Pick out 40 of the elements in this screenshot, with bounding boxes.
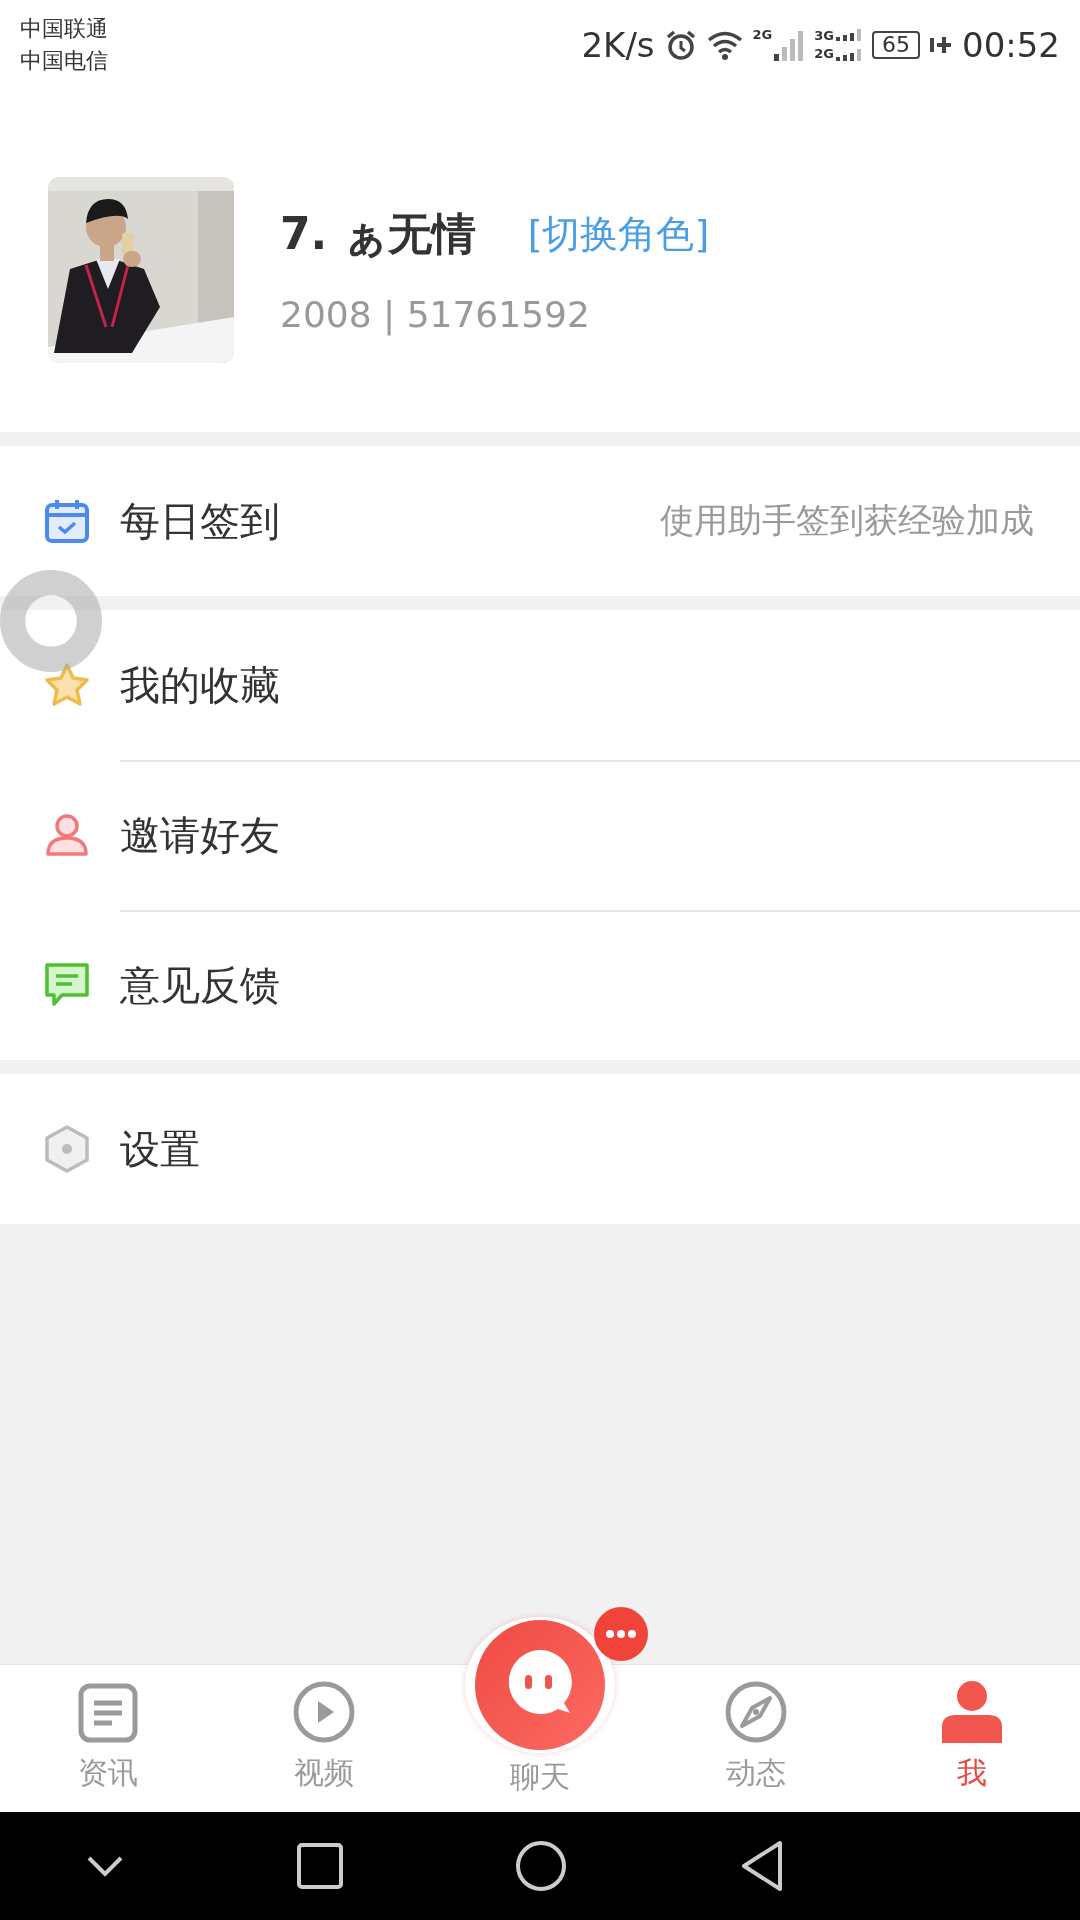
- clock-time: 00:52: [962, 25, 1060, 65]
- menu-item[interactable]: 我的收藏: [0, 610, 1080, 760]
- more-icon: [606, 1630, 636, 1638]
- calendar-icon: [44, 498, 90, 544]
- play-icon: [293, 1681, 355, 1743]
- person-icon: [44, 812, 90, 858]
- person-icon: [940, 1679, 1004, 1743]
- menu-item[interactable]: 每日签到 使用助手签到获经验加成: [0, 446, 1080, 596]
- tab[interactable]: 我: [864, 1665, 1080, 1812]
- signal-icon: [836, 27, 862, 63]
- menu-item[interactable]: 意见反馈: [0, 910, 1080, 1060]
- tab[interactable]: 视频: [216, 1665, 432, 1812]
- switch-role-link[interactable]: [切换角色]: [527, 209, 710, 260]
- hexagon-icon: [44, 1125, 90, 1173]
- compass-icon: [725, 1681, 787, 1743]
- menu-item[interactable]: 设置: [0, 1074, 1080, 1224]
- tab[interactable]: 动态: [648, 1665, 864, 1812]
- carrier-name: 中国联通: [20, 15, 108, 43]
- recent-apps-icon[interactable]: [296, 1843, 343, 1889]
- comment-icon: [44, 962, 90, 1008]
- network-speed: 2K/s: [581, 25, 655, 65]
- star-icon: [44, 662, 90, 708]
- tab[interactable]: 聊天: [432, 1605, 648, 1812]
- user-name: 7. ぁ无情: [280, 207, 476, 261]
- wifi-icon: [706, 30, 743, 60]
- document-icon: [78, 1683, 138, 1743]
- alarm-icon: [664, 29, 697, 61]
- back-icon[interactable]: [739, 1840, 784, 1892]
- home-icon[interactable]: [515, 1840, 568, 1892]
- carrier-name: 中国电信: [20, 47, 108, 75]
- battery-level: 65: [872, 31, 920, 59]
- network-label: 2G: [814, 45, 834, 63]
- user-id: 2008 | 51761592: [280, 294, 591, 335]
- menu-item[interactable]: 邀请好友: [0, 760, 1080, 910]
- charging-icon: [930, 34, 952, 56]
- chevron-down-icon[interactable]: [86, 1855, 125, 1877]
- chat-bubble-icon: [475, 1620, 605, 1750]
- network-label: 2G: [752, 27, 773, 42]
- tab[interactable]: 资讯: [0, 1665, 216, 1812]
- network-label: 3G: [814, 27, 834, 45]
